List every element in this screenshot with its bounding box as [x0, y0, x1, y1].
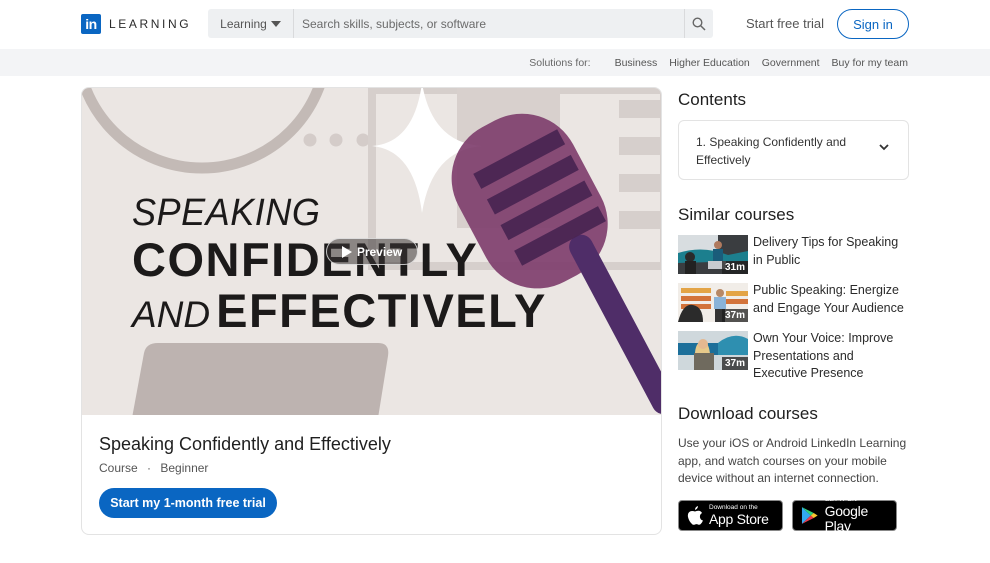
- top-navigation: in LEARNING Learning Start free trial Si…: [0, 0, 990, 48]
- decorative-dot: [303, 133, 317, 147]
- similar-course-title: Own Your Voice: Improve Presentations an…: [753, 331, 894, 380]
- contents-item-label: 1. Speaking Confidently and Effectively: [696, 135, 847, 167]
- google-play-button[interactable]: GET IT ON Google Play: [792, 496, 897, 534]
- similar-course-item[interactable]: 37m Public Speaking: Energize and Engage…: [678, 282, 910, 330]
- caret-down-icon: [270, 20, 281, 27]
- course-duration: 31m: [721, 261, 748, 274]
- search-bar: Learning: [208, 9, 713, 38]
- app-store-button[interactable]: Download on the App Store: [678, 499, 783, 531]
- google-play-icon: [801, 506, 818, 524]
- play-icon: [341, 245, 352, 258]
- solutions-link-higher-education[interactable]: Higher Education: [669, 57, 750, 69]
- course-duration: 37m: [721, 357, 748, 370]
- decorative-arc: [82, 88, 325, 174]
- course-thumbnail: 37m: [678, 331, 748, 370]
- download-courses-heading: Download courses: [678, 404, 818, 423]
- course-type: Course: [99, 461, 138, 475]
- course-title: Speaking Confidently and Effectively: [99, 434, 391, 454]
- sign-in-button[interactable]: Sign in: [837, 9, 909, 39]
- sidebar: Contents 1. Speaking Confidently and Eff…: [678, 90, 910, 534]
- start-free-trial-link[interactable]: Start free trial: [746, 16, 824, 31]
- decorative-bar: [619, 174, 661, 192]
- hero-title-line3: AND EFFECTIVELY: [132, 287, 547, 334]
- decorative-dot: [356, 133, 370, 147]
- search-icon: [692, 16, 706, 31]
- chevron-down-icon: [879, 144, 889, 151]
- decorative-laptop: [132, 343, 389, 415]
- decorative-bar: [619, 211, 661, 229]
- preview-button[interactable]: Preview: [326, 238, 418, 265]
- decorative-dot: [329, 133, 343, 147]
- similar-course-title: Public Speaking: Energize and Engage You…: [753, 283, 904, 315]
- similar-course-item[interactable]: 31m Delivery Tips for Speaking in Public: [678, 234, 910, 282]
- google-play-big-text: Google Play: [824, 503, 869, 534]
- linkedin-logo-icon: in: [81, 14, 101, 34]
- course-info: Speaking Confidently and Effectively Cou…: [99, 434, 391, 475]
- search-scope-label: Learning: [220, 16, 267, 31]
- search-input[interactable]: [294, 9, 684, 38]
- course-duration: 37m: [721, 309, 748, 322]
- download-description: Use your iOS or Android LinkedIn Learnin…: [678, 436, 907, 485]
- course-hero-image[interactable]: SPEAKING CONFIDENTLY AND EFFECTIVELY Pre…: [82, 88, 661, 415]
- hero-title-effectively: EFFECTIVELY: [216, 284, 547, 337]
- apple-icon: [687, 505, 703, 525]
- decorative-bar: [619, 100, 661, 118]
- course-meta: Course · Beginner: [99, 461, 391, 475]
- course-level: Beginner: [160, 461, 209, 475]
- course-thumbnail: 37m: [678, 283, 748, 322]
- app-store-big-text: App Store: [709, 510, 769, 527]
- app-store-links: Download on the App Store GET IT ON Goog…: [678, 496, 910, 534]
- solutions-link-buy-for-team[interactable]: Buy for my team: [832, 57, 908, 69]
- linkedin-learning-logo[interactable]: in LEARNING: [81, 14, 191, 34]
- meta-separator: ·: [147, 461, 152, 475]
- solutions-label: Solutions for:: [529, 56, 591, 69]
- solutions-link-business[interactable]: Business: [615, 57, 658, 69]
- decorative-bar: [619, 137, 661, 155]
- contents-item[interactable]: 1. Speaking Confidently and Effectively: [678, 120, 909, 180]
- course-card: SPEAKING CONFIDENTLY AND EFFECTIVELY Pre…: [81, 87, 662, 535]
- similar-courses-heading: Similar courses: [678, 205, 795, 224]
- similar-courses-list: 31m Delivery Tips for Speaking in Public: [678, 234, 910, 380]
- search-scope-dropdown[interactable]: Learning: [208, 9, 294, 38]
- solutions-link-government[interactable]: Government: [762, 57, 820, 69]
- contents-heading: Contents: [678, 90, 747, 109]
- hero-title-line1: SPEAKING: [132, 192, 321, 234]
- similar-course-item[interactable]: 37m Own Your Voice: Improve Presentation…: [678, 330, 910, 380]
- search-button[interactable]: [684, 9, 713, 38]
- hero-title-and: AND: [132, 294, 211, 335]
- solutions-bar: Solutions for: Business Higher Education…: [0, 49, 990, 76]
- course-thumbnail: 31m: [678, 235, 748, 274]
- logo-text: LEARNING: [109, 17, 192, 31]
- start-free-trial-button[interactable]: Start my 1-month free trial: [99, 488, 277, 518]
- similar-course-title: Delivery Tips for Speaking in Public: [753, 235, 899, 267]
- preview-label: Preview: [356, 244, 403, 259]
